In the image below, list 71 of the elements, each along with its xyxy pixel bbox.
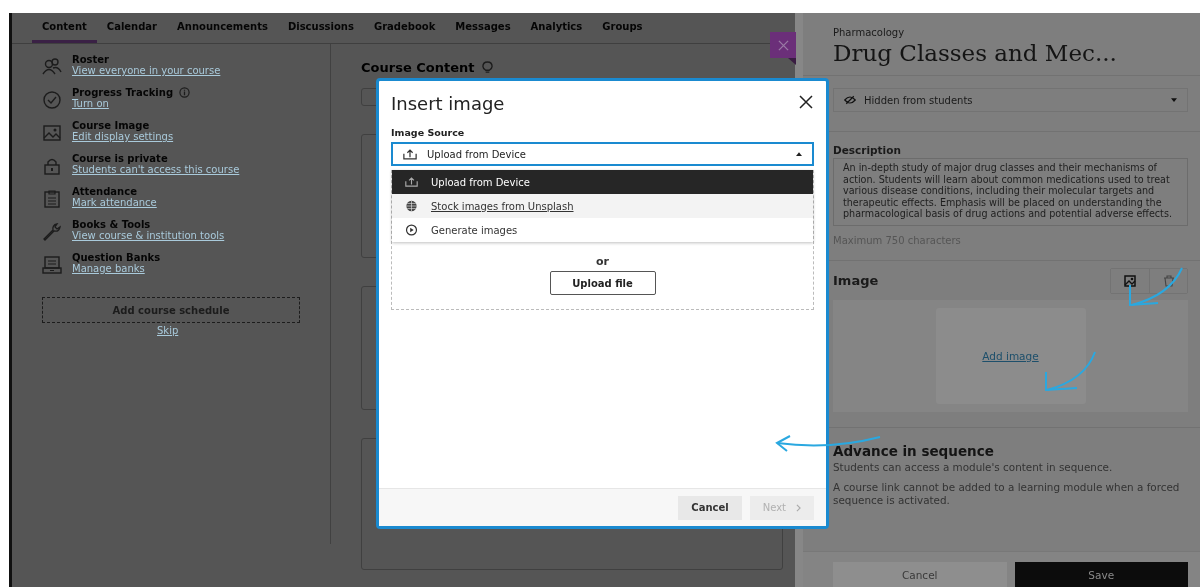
sidebar-link[interactable]: Turn on — [72, 98, 191, 109]
course-tab[interactable]: Messages — [445, 13, 521, 43]
lightbulb-icon[interactable] — [482, 60, 494, 74]
image-source-dropdown[interactable]: Upload from Device — [391, 142, 814, 166]
separator-text: or — [596, 255, 609, 268]
upload-file-button[interactable]: Upload file — [549, 271, 656, 295]
section-note: A course link cannot be added to a learning module when a forced sequence is activated. — [833, 480, 1181, 507]
sidebar-link[interactable]: Students can't access this course — [72, 164, 240, 175]
sidebar-item-title: Roster — [72, 54, 110, 65]
cancel-button[interactable]: Cancel — [678, 495, 742, 520]
close-panel-button[interactable] — [770, 32, 796, 58]
add-schedule-button[interactable]: Add course schedule — [42, 297, 300, 323]
people-icon — [42, 57, 62, 77]
sidebar-link[interactable]: Mark attendance — [72, 197, 157, 208]
course-tab[interactable]: Analytics — [520, 13, 593, 43]
upload-icon — [405, 176, 418, 188]
section-title: Image — [833, 273, 879, 289]
panel-title: Drug Classes and Mec... — [833, 39, 1118, 68]
chevron-icon — [796, 503, 801, 512]
course-tab[interactable]: Groups — [592, 13, 653, 43]
field-label: Image Source — [391, 127, 466, 138]
upload-icon — [403, 148, 417, 160]
image-icon — [1124, 274, 1136, 287]
sidebar-item-title: Question Banks — [72, 252, 161, 263]
dialog-title: Insert image — [391, 92, 505, 114]
sidebar-link[interactable]: View everyone in your course — [72, 65, 221, 76]
sidebar-link[interactable]: View course & institution tools — [72, 230, 225, 241]
dropdown-option[interactable]: Stock images from Unsplash — [392, 194, 813, 218]
sidebar-item-title: Attendance — [72, 186, 137, 197]
sidebar-item-title: Course Image — [72, 120, 150, 131]
sidebar-link[interactable]: Edit display settings — [72, 131, 174, 142]
caret-icon — [796, 152, 802, 156]
course-tab[interactable]: Gradebook — [363, 13, 446, 43]
course-tab[interactable]: Content — [32, 13, 97, 43]
close-icon — [799, 95, 813, 109]
breadcrumb: Pharmacology — [833, 27, 906, 38]
save-button[interactable]: Save — [1014, 562, 1188, 587]
ribbon-fold — [788, 58, 796, 65]
dropdown-option[interactable]: Generate images — [392, 218, 813, 242]
sidebar-item-title: Progress Tracking — [72, 87, 174, 98]
course-tab[interactable]: Discussions — [277, 13, 364, 43]
globe-icon — [405, 200, 418, 212]
image-icon — [42, 123, 62, 143]
hidden-eye-icon — [844, 95, 856, 105]
description-field[interactable]: An in-depth study of major drug classes and their mechanisms of action. Students will learn about common medications used to treat various disease conditions, including their molecular targets and therapeutic effects. Emphasis will be placed on understanding the pharmacological basis of drug actions and potential adverse effects. — [833, 158, 1188, 226]
course-tab[interactable]: Announcements — [167, 13, 278, 43]
field-label: Description — [833, 144, 902, 156]
add-image-link[interactable]: Add image — [982, 349, 1039, 362]
delete-button[interactable] — [1149, 268, 1187, 293]
dropdown-option[interactable]: Upload from Device — [392, 170, 813, 194]
caret-icon — [1171, 98, 1177, 102]
section-title: Advance in sequence — [833, 442, 995, 459]
sidebar-item-title: Books & Tools — [72, 219, 151, 230]
info-icon[interactable] — [179, 87, 191, 98]
course-tab[interactable]: Calendar — [96, 13, 168, 43]
trash-icon — [1162, 274, 1175, 287]
close-button[interactable] — [798, 95, 814, 111]
lock-icon — [42, 156, 62, 176]
clipboard-icon — [42, 189, 62, 209]
sidebar-link[interactable]: Manage banks — [72, 263, 161, 274]
sidebar-item-title: Course is private — [72, 153, 168, 164]
play-circle-icon — [405, 224, 418, 236]
drawer-icon — [42, 255, 62, 275]
wrench-icon — [42, 222, 62, 242]
check-circle-icon — [42, 90, 62, 110]
section-text: Students can access a module's content in sequence. — [833, 460, 1114, 473]
skip-link[interactable]: Skip — [157, 325, 179, 336]
cancel-button[interactable]: Cancel — [833, 562, 1007, 587]
close-icon — [777, 39, 789, 51]
visibility-dropdown[interactable]: Hidden from students — [833, 88, 1188, 112]
section-title: Course Content — [361, 59, 475, 75]
